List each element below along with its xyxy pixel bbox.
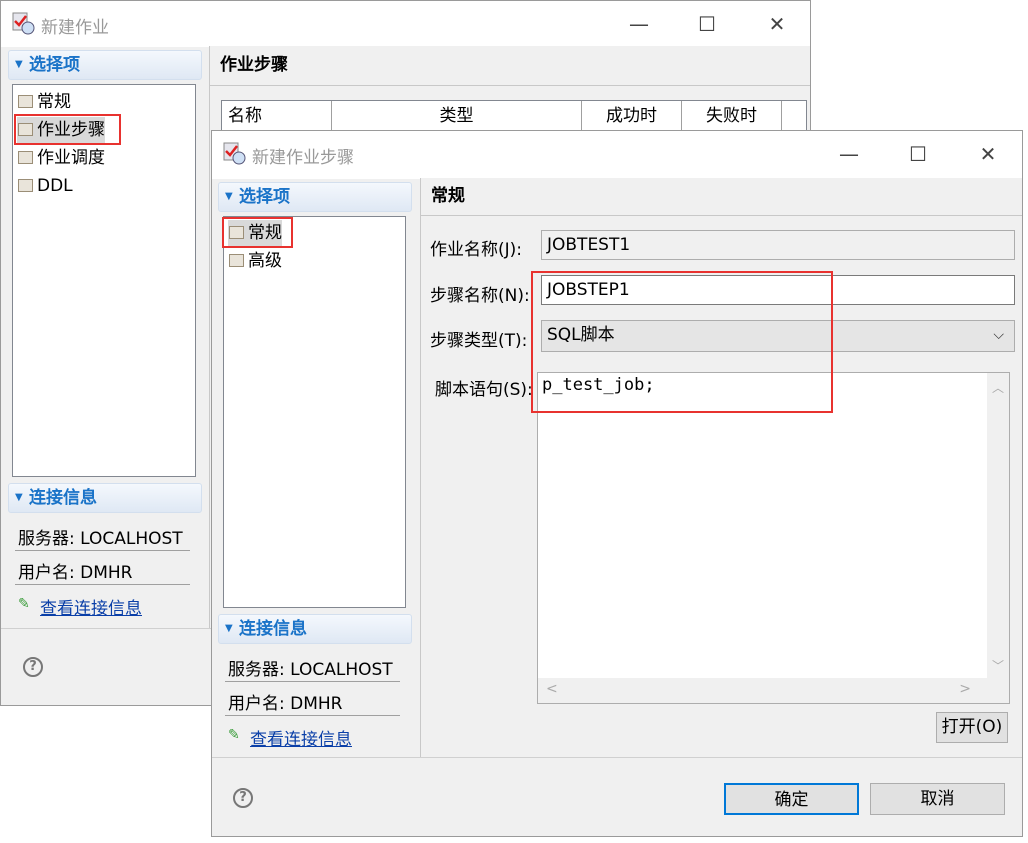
view-connection-label: 查看连接信息 — [40, 599, 142, 619]
collapse-icon: ▼ — [15, 492, 23, 503]
collapse-icon: ▼ — [15, 59, 23, 70]
page-icon — [18, 151, 33, 164]
server-info: 服务器: LOCALHOST — [18, 529, 183, 549]
tree-item-advanced[interactable]: 高级 — [228, 248, 282, 274]
view-connection-link[interactable]: ✎ 查看连接信息 — [18, 594, 142, 619]
page-icon — [18, 179, 33, 192]
options-tree: 常规 高级 — [223, 216, 406, 608]
server-info: 服务器: LOCALHOST — [228, 660, 393, 680]
app-icon — [223, 142, 246, 165]
script-label: 脚本语句(S): — [435, 380, 533, 400]
tree-label: 常规 — [37, 92, 71, 112]
tree-item-ddl[interactable]: DDL — [17, 173, 73, 199]
chevron-down-icon: ⌵ — [993, 327, 1004, 343]
user-info: 用户名: DMHR — [228, 694, 343, 714]
highlight-box — [222, 217, 293, 248]
divider — [420, 178, 421, 758]
step-name-label: 步骤名称(N): — [430, 286, 530, 306]
connection-header[interactable]: ▼ 连接信息 — [218, 614, 412, 644]
column-name[interactable]: 名称 — [222, 101, 332, 131]
close-button[interactable]: ✕ — [757, 9, 797, 39]
tree-label: 作业调度 — [37, 148, 105, 168]
select-header-label: 选择项 — [29, 55, 80, 75]
title-bar: 新建作业 — ☐ ✕ — [1, 1, 810, 47]
job-name-label: 作业名称(J): — [430, 240, 523, 260]
column-on-success[interactable]: 成功时 — [582, 101, 682, 131]
title-bar: 新建作业步骤 — ☐ ✕ — [212, 131, 1022, 179]
scroll-down-icon[interactable]: ﹀ — [987, 657, 1009, 674]
window-title: 新建作业 — [41, 18, 109, 38]
panel-title: 常规 — [421, 178, 1022, 216]
maximize-button[interactable]: ☐ — [687, 9, 727, 39]
divider — [209, 46, 210, 629]
window-title: 新建作业步骤 — [252, 148, 354, 168]
close-button[interactable]: ✕ — [968, 139, 1008, 169]
connection-header-label: 连接信息 — [239, 619, 307, 639]
select-header[interactable]: ▼ 选择项 — [218, 182, 412, 212]
user-info: 用户名: DMHR — [18, 563, 133, 583]
divider — [15, 550, 190, 551]
minimize-button[interactable]: — — [619, 9, 659, 39]
cancel-button[interactable]: 取消 — [870, 783, 1005, 815]
app-icon — [12, 12, 35, 35]
collapse-icon: ▼ — [225, 623, 233, 634]
select-header[interactable]: ▼ 选择项 — [8, 50, 202, 80]
script-textarea[interactable]: p_test_job; ︿ ﹀ < > — [537, 372, 1010, 704]
panel-title: 作业步骤 — [210, 46, 810, 86]
step-type-label: 步骤类型(T): — [430, 331, 528, 351]
panel-title-label: 作业步骤 — [220, 55, 288, 75]
help-icon[interactable]: ? — [23, 657, 43, 677]
maximize-button[interactable]: ☐ — [898, 139, 938, 169]
highlight-box — [531, 271, 833, 413]
connection-header-label: 连接信息 — [29, 488, 97, 508]
panel-title-label: 常规 — [431, 186, 465, 206]
divider — [212, 757, 1022, 758]
divider — [225, 681, 400, 682]
connection-icon: ✎ — [228, 727, 240, 743]
ok-button[interactable]: 确定 — [724, 783, 859, 815]
divider — [225, 715, 400, 716]
tree-label: DDL — [37, 176, 73, 196]
column-type[interactable]: 类型 — [332, 101, 582, 131]
page-icon — [229, 254, 244, 267]
horizontal-scrollbar[interactable]: < > — [538, 678, 1009, 703]
scroll-right-icon[interactable]: > — [959, 681, 971, 697]
minimize-button[interactable]: — — [829, 139, 869, 169]
view-connection-link[interactable]: ✎ 查看连接信息 — [228, 725, 352, 750]
tree-item-job-schedule[interactable]: 作业调度 — [17, 145, 105, 171]
scroll-up-icon[interactable]: ︿ — [987, 379, 1009, 396]
connection-header[interactable]: ▼ 连接信息 — [8, 483, 202, 513]
connection-icon: ✎ — [18, 596, 30, 612]
job-name-field[interactable]: JOBTEST1 — [541, 230, 1015, 260]
highlight-box — [14, 114, 121, 145]
select-header-label: 选择项 — [239, 187, 290, 207]
tree-label: 高级 — [248, 251, 282, 271]
divider — [15, 584, 190, 585]
vertical-scrollbar[interactable]: ︿ ﹀ — [987, 373, 1009, 678]
column-on-failure[interactable]: 失败时 — [682, 101, 782, 131]
page-icon — [18, 95, 33, 108]
open-button[interactable]: 打开(O) — [936, 712, 1008, 743]
tree-item-general[interactable]: 常规 — [17, 89, 71, 115]
view-connection-label: 查看连接信息 — [250, 730, 352, 750]
collapse-icon: ▼ — [225, 191, 233, 202]
scroll-left-icon[interactable]: < — [546, 681, 558, 697]
help-icon[interactable]: ? — [233, 788, 253, 808]
